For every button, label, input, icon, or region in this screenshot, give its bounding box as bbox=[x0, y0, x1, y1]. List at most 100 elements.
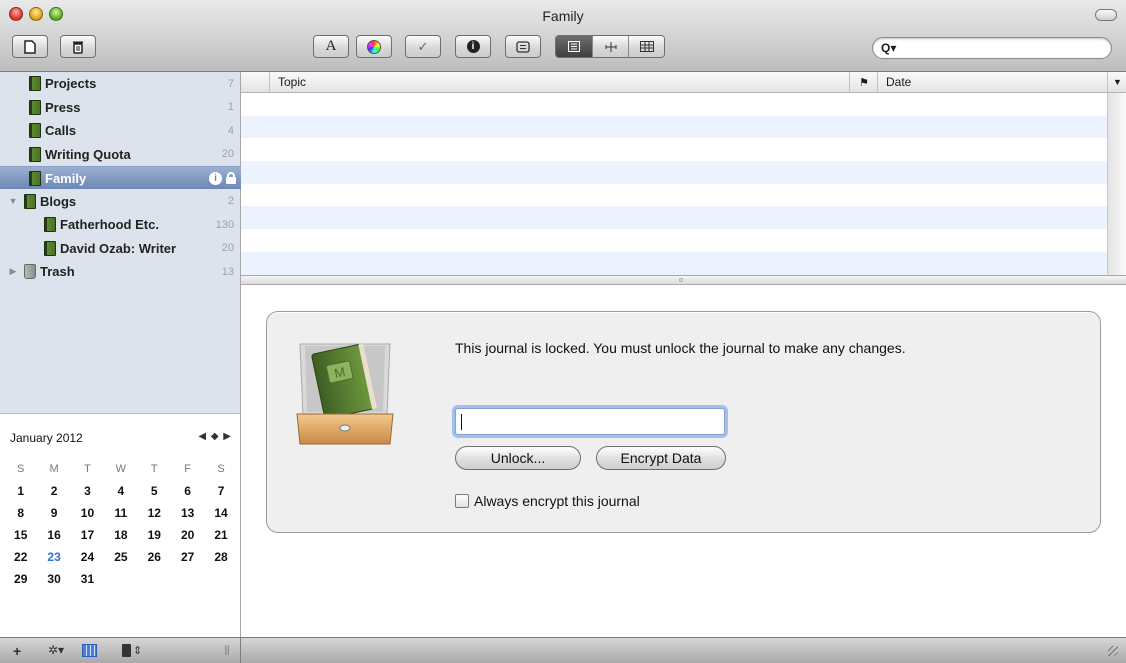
calendar-day[interactable]: 24 bbox=[71, 550, 104, 564]
calendar-day[interactable]: 2 bbox=[37, 484, 70, 498]
encrypt-data-button[interactable]: Encrypt Data bbox=[596, 446, 726, 470]
calendar-day[interactable]: 31 bbox=[71, 572, 104, 586]
calendar-weekday-row: SMTWTFS bbox=[4, 458, 238, 480]
view-split-segment[interactable] bbox=[592, 36, 628, 57]
sidebar-item-label: Projects bbox=[45, 76, 97, 91]
calendar-day[interactable]: 23 bbox=[37, 550, 70, 564]
flag-column-icon[interactable]: ⚑ bbox=[849, 72, 877, 92]
sidebar-item-fatherhood-etc[interactable]: Fatherhood Etc. 130 bbox=[0, 213, 241, 236]
calendar-nav-arrows[interactable]: ◀ ◆ ▶ bbox=[198, 431, 232, 442]
calendar-day[interactable]: 8 bbox=[4, 506, 37, 520]
calendar-day[interactable]: 11 bbox=[104, 506, 137, 520]
view-grid-segment[interactable] bbox=[628, 36, 664, 57]
sidebar-item-press[interactable]: Press 1 bbox=[0, 96, 241, 119]
info-icon[interactable]: i bbox=[209, 171, 222, 185]
calendar-day[interactable]: 29 bbox=[4, 572, 37, 586]
sidebar-item-trash[interactable]: ▶ Trash 13 bbox=[0, 260, 241, 283]
sidebar-item-calls[interactable]: Calls 4 bbox=[0, 119, 241, 142]
journal-icon bbox=[29, 76, 41, 91]
column-header-topic[interactable]: Topic bbox=[269, 72, 849, 92]
font-icon: A bbox=[325, 38, 337, 54]
search-input[interactable] bbox=[900, 41, 1111, 55]
add-journal-button[interactable]: + bbox=[13, 643, 21, 659]
sidebar-item-projects[interactable]: Projects 7 bbox=[0, 72, 241, 95]
password-field[interactable] bbox=[455, 408, 725, 435]
journal-icon bbox=[29, 123, 41, 138]
calendar-day[interactable]: 12 bbox=[138, 506, 171, 520]
calendar-day[interactable]: 27 bbox=[171, 550, 204, 564]
weekday-label: F bbox=[184, 463, 192, 475]
calendar-day[interactable]: 15 bbox=[4, 528, 37, 542]
table-row[interactable] bbox=[241, 93, 1107, 116]
calendar-day[interactable]: 9 bbox=[37, 506, 70, 520]
new-entry-button[interactable] bbox=[12, 35, 48, 58]
indent: ▼ bbox=[0, 196, 24, 206]
entry-view-button[interactable] bbox=[505, 35, 541, 58]
info-button[interactable]: i bbox=[455, 35, 491, 58]
calendar-day[interactable]: 19 bbox=[138, 528, 171, 542]
journal-sidebar: Projects 7 Press 1 Calls 4 Writing Quota 20 Fami… bbox=[0, 72, 241, 413]
journal-icon bbox=[44, 240, 56, 256]
toolbar-toggle-button[interactable] bbox=[1095, 9, 1117, 21]
gear-menu-button[interactable]: ✲▾ bbox=[48, 643, 64, 657]
sidebar-item-blogs[interactable]: ▼ Blogs 2 bbox=[0, 190, 241, 213]
table-row[interactable] bbox=[241, 184, 1107, 207]
sidebar-item-writing-quota[interactable]: Writing Quota 20 bbox=[0, 143, 241, 166]
calendar-day[interactable]: 13 bbox=[171, 506, 204, 520]
grid-view-icon bbox=[639, 41, 654, 52]
table-row[interactable] bbox=[241, 115, 1107, 139]
calendar-day[interactable]: 7 bbox=[204, 484, 237, 498]
disclosure-closed-icon[interactable]: ▶ bbox=[8, 266, 18, 277]
view-list-segment[interactable] bbox=[556, 36, 592, 57]
delete-entry-button[interactable] bbox=[60, 35, 96, 58]
column-header-date[interactable]: Date bbox=[877, 72, 1107, 92]
calendar-day[interactable]: 5 bbox=[138, 484, 171, 498]
sidebar-item-family[interactable]: Family i bbox=[0, 166, 241, 189]
colors-button[interactable] bbox=[356, 35, 392, 58]
calendar-day[interactable]: 1 bbox=[4, 484, 37, 498]
unlock-button[interactable]: Unlock... bbox=[455, 446, 581, 470]
split-view-icon bbox=[605, 41, 616, 52]
table-row[interactable] bbox=[241, 229, 1107, 252]
calendar-day[interactable]: 20 bbox=[171, 528, 204, 542]
calendar-day[interactable]: 21 bbox=[204, 528, 237, 542]
calendar-day[interactable]: 18 bbox=[104, 528, 137, 542]
calendar-day[interactable]: 25 bbox=[104, 550, 137, 564]
table-editor-split[interactable] bbox=[241, 275, 1126, 285]
resize-grip-icon[interactable]: ||| bbox=[224, 645, 230, 656]
table-row[interactable] bbox=[241, 161, 1107, 184]
calendar-day[interactable]: 3 bbox=[71, 484, 104, 498]
font-button[interactable]: A bbox=[313, 35, 349, 58]
weekday-label: T bbox=[150, 463, 158, 475]
spelling-button[interactable]: ✓ bbox=[405, 35, 441, 58]
calendar-day[interactable]: 6 bbox=[171, 484, 204, 498]
calendar-day[interactable]: 22 bbox=[4, 550, 37, 564]
calendar-day[interactable]: 17 bbox=[71, 528, 104, 542]
calendar-day[interactable]: 16 bbox=[37, 528, 70, 542]
entry-count: 20 bbox=[221, 242, 234, 254]
sidebar-item-david-ozab-writer[interactable]: David Ozab: Writer 20 bbox=[0, 237, 241, 260]
table-row[interactable] bbox=[241, 251, 1107, 275]
table-row[interactable] bbox=[241, 206, 1107, 230]
journal-picker-button[interactable]: ⇕ bbox=[122, 644, 142, 657]
table-row[interactable] bbox=[241, 138, 1107, 161]
checkmark-icon: ✓ bbox=[417, 38, 429, 54]
text-caret bbox=[461, 414, 462, 430]
calendar-toggle-button[interactable] bbox=[82, 644, 97, 657]
calendar-day[interactable]: 28 bbox=[204, 550, 237, 564]
entry-count: 130 bbox=[215, 218, 234, 231]
column-options-icon[interactable]: ▼ bbox=[1107, 72, 1126, 92]
always-encrypt-checkbox[interactable] bbox=[455, 494, 469, 508]
calendar-day[interactable]: 26 bbox=[138, 550, 171, 564]
calendar-day[interactable]: 14 bbox=[204, 506, 237, 520]
always-encrypt-option[interactable]: Always encrypt this journal bbox=[455, 493, 640, 509]
calendar-day[interactable]: 30 bbox=[37, 572, 70, 586]
weekday-label: S bbox=[217, 463, 225, 475]
search-field[interactable]: Q▾ bbox=[872, 37, 1112, 59]
entries-scrollbar[interactable] bbox=[1107, 93, 1126, 275]
window-resize-grip-icon[interactable] bbox=[1108, 646, 1118, 656]
disclosure-open-icon[interactable]: ▼ bbox=[8, 196, 18, 206]
calendar-day[interactable]: 10 bbox=[71, 506, 104, 520]
calendar-day[interactable]: 4 bbox=[104, 484, 137, 498]
journal-icon bbox=[29, 170, 41, 186]
